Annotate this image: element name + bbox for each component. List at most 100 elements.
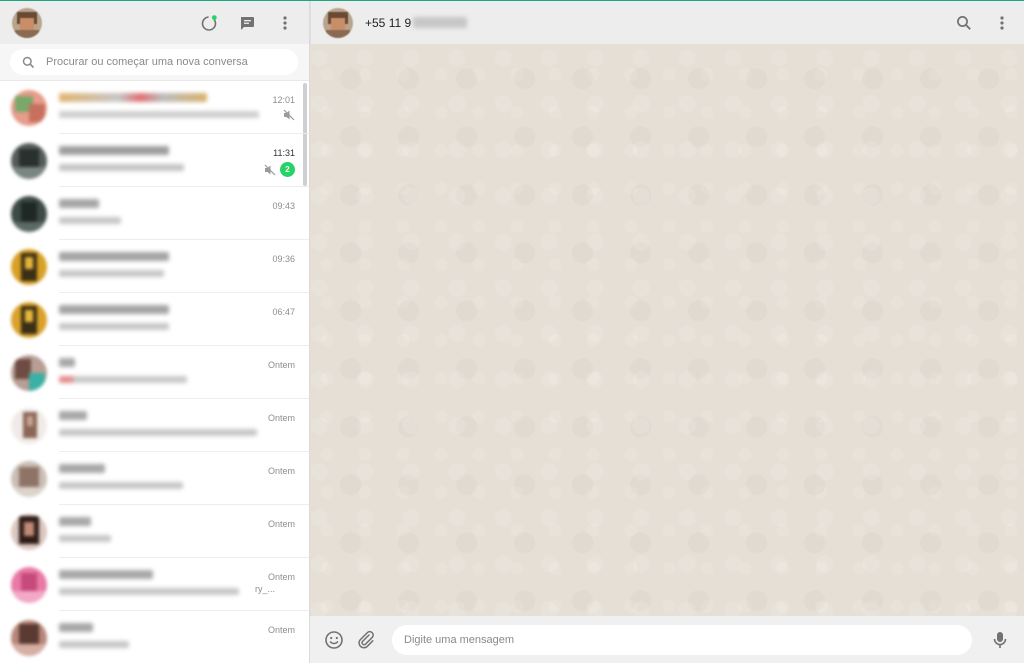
contact-avatar xyxy=(11,460,47,497)
chat-name-redacted xyxy=(59,464,105,473)
contact-number-redacted xyxy=(413,17,468,28)
chat-item-body: Ontem xyxy=(59,505,309,558)
chat-snippet-redacted xyxy=(59,111,259,118)
chat-snippet-redacted xyxy=(59,588,239,595)
chat-list-item[interactable]: Ontem xyxy=(0,399,309,452)
chat-item-body: Ontem xyxy=(59,346,309,399)
attach-icon[interactable] xyxy=(356,630,376,650)
chat-time: 11:31 xyxy=(273,148,295,158)
chat-list-item[interactable]: Ontem xyxy=(0,452,309,505)
conversation-header-actions xyxy=(954,13,1012,33)
my-avatar[interactable] xyxy=(12,7,42,38)
chat-time: 06:47 xyxy=(272,307,295,317)
chat-item-body: 12:01 xyxy=(59,81,309,134)
search-bar xyxy=(0,44,309,81)
chat-item-body: ry_... Ontem xyxy=(59,558,309,611)
chat-snippet-redacted xyxy=(59,376,187,383)
search-icon[interactable] xyxy=(954,13,974,33)
contact-avatar xyxy=(11,566,47,603)
chat-name-redacted xyxy=(59,252,169,261)
contact-avatar xyxy=(11,195,47,232)
chat-name-redacted xyxy=(59,93,207,102)
chat-snippet-redacted xyxy=(59,429,257,436)
new-chat-icon[interactable] xyxy=(237,13,257,33)
composer xyxy=(310,616,1024,663)
muted-icon xyxy=(283,109,295,121)
menu-icon[interactable] xyxy=(275,13,295,33)
contact-avatar xyxy=(11,301,47,338)
sidebar: 12:01 11:31 xyxy=(0,1,310,663)
chat-item-body: Ontem xyxy=(59,452,309,505)
chat-time: Ontem xyxy=(267,360,295,370)
chat-list-item[interactable]: Ontem xyxy=(0,611,309,663)
conversation-header[interactable]: +55 11 9 xyxy=(310,1,1024,44)
chat-snippet-redacted xyxy=(59,217,121,224)
chat-item-body: Ontem xyxy=(59,399,309,452)
sidebar-header xyxy=(0,1,309,44)
chat-time: Ontem xyxy=(267,413,295,423)
search-box[interactable] xyxy=(10,49,298,75)
chat-item-body: 11:31 2 xyxy=(59,134,309,187)
menu-icon[interactable] xyxy=(992,13,1012,33)
chat-list-item[interactable]: ry_... Ontem xyxy=(0,558,309,611)
contact-avatar xyxy=(11,354,47,391)
sidebar-header-actions xyxy=(199,13,297,33)
chat-name-redacted xyxy=(59,358,75,367)
muted-icon xyxy=(264,164,276,176)
chat-time: 09:36 xyxy=(272,254,295,264)
search-input[interactable] xyxy=(46,56,266,68)
chat-name-redacted xyxy=(59,570,153,579)
chat-list: 12:01 11:31 2 09:43 09:36 06:47 Ontem On… xyxy=(0,81,309,663)
conversation-panel: +55 11 9 xyxy=(310,1,1024,663)
chat-name-redacted xyxy=(59,517,91,526)
chat-name-redacted xyxy=(59,146,169,155)
chat-list-item[interactable]: 09:36 xyxy=(0,240,309,293)
chat-list-item[interactable]: 11:31 2 xyxy=(0,134,309,187)
contact-name[interactable]: +55 11 9 xyxy=(365,15,468,30)
chat-snippet-redacted xyxy=(59,270,164,277)
chat-list-item[interactable]: Ontem xyxy=(0,505,309,558)
chat-meta xyxy=(283,109,295,121)
whatsapp-web-app: 12:01 11:31 xyxy=(0,0,1024,663)
chat-name-redacted xyxy=(59,199,99,208)
chat-snippet-fragment: ry_... xyxy=(255,584,276,594)
emoji-icon[interactable] xyxy=(324,630,344,650)
chat-name-redacted xyxy=(59,305,169,314)
contact-avatar xyxy=(11,89,47,126)
chat-time: Ontem xyxy=(267,625,295,635)
chat-list-item[interactable]: 06:47 xyxy=(0,293,309,346)
chat-time: Ontem xyxy=(267,572,295,582)
unread-badge: 2 xyxy=(280,162,295,177)
chat-meta: 2 xyxy=(264,162,295,177)
message-input[interactable] xyxy=(392,624,972,655)
chat-time: 09:43 xyxy=(272,201,295,211)
chat-snippet-redacted xyxy=(59,482,183,489)
chat-item-body: 06:47 xyxy=(59,293,309,346)
search-icon xyxy=(22,56,35,69)
contact-avatar[interactable] xyxy=(323,7,353,38)
chat-time: 12:01 xyxy=(272,95,295,105)
mic-icon[interactable] xyxy=(990,630,1010,650)
chat-snippet-redacted xyxy=(59,164,184,171)
contact-number: +55 11 9 xyxy=(365,15,412,30)
chat-item-body: 09:43 xyxy=(59,187,309,240)
chat-list-item[interactable]: 12:01 xyxy=(0,81,309,134)
chat-list-item[interactable]: 09:43 xyxy=(0,187,309,240)
contact-avatar xyxy=(11,619,47,656)
chat-snippet-redacted xyxy=(59,323,169,330)
chat-list-item[interactable]: Ontem xyxy=(0,346,309,399)
chat-snippet-redacted xyxy=(59,641,129,648)
status-icon[interactable] xyxy=(199,13,219,33)
chat-name-redacted xyxy=(59,411,87,420)
message-area[interactable] xyxy=(310,44,1024,616)
contact-avatar xyxy=(11,248,47,285)
contact-avatar xyxy=(11,407,47,444)
chat-snippet-redacted xyxy=(59,535,111,542)
chat-time: Ontem xyxy=(267,519,295,529)
chat-name-redacted xyxy=(59,623,93,632)
contact-avatar xyxy=(11,513,47,550)
chat-item-body: 09:36 xyxy=(59,240,309,293)
contact-avatar xyxy=(11,142,47,179)
chat-time: Ontem xyxy=(267,466,295,476)
chat-item-body: Ontem xyxy=(59,611,309,663)
